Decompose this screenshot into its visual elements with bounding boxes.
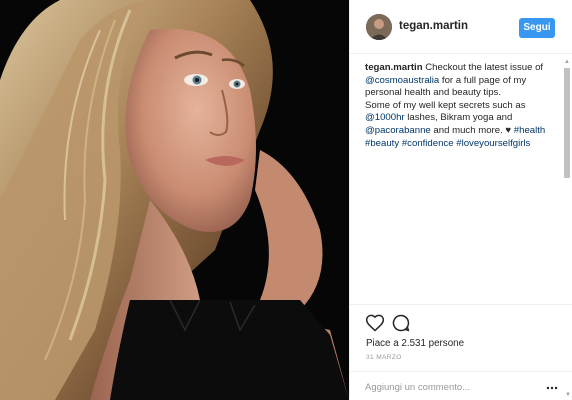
- caption-area: tegan.martin Checkout the latest issue o…: [350, 54, 560, 304]
- likes-count[interactable]: Piace a 2.531 persone: [366, 338, 464, 349]
- comment-input[interactable]: [365, 380, 525, 394]
- mention-cosmoaustralia[interactable]: @cosmoaustralia: [365, 75, 439, 86]
- hashtag-beauty[interactable]: #beauty: [365, 138, 399, 149]
- hashtag-loveyourselfgirls[interactable]: #loveyourselfgirls: [456, 138, 530, 149]
- comment-row: [350, 371, 572, 400]
- post-caption: tegan.martin Checkout the latest issue o…: [350, 54, 560, 150]
- heart-outline-icon: [365, 314, 385, 332]
- instagram-post: tegan.martin Segui tegan.martin Checkout…: [0, 0, 572, 400]
- more-dots-icon: [546, 386, 558, 390]
- follow-button[interactable]: Segui: [519, 18, 555, 38]
- hashtag-confidence[interactable]: #confidence: [402, 138, 454, 149]
- post-actions: Piace a 2.531 persone 31 MARZO ▼: [350, 304, 572, 400]
- post-photo[interactable]: [0, 0, 349, 400]
- more-options-button[interactable]: [546, 381, 558, 393]
- avatar[interactable]: [366, 14, 392, 40]
- post-header: tegan.martin Segui: [350, 0, 572, 54]
- comment-bubble-icon: [392, 314, 410, 332]
- scroll-down-arrow-icon[interactable]: ▼: [564, 391, 572, 399]
- heart-emoji: ♥: [505, 124, 512, 136]
- mention-1000hr[interactable]: @1000hr: [365, 112, 405, 123]
- scroll-up-arrow-icon[interactable]: ▲: [563, 58, 571, 66]
- scrollbar-thumb[interactable]: [564, 68, 570, 178]
- comment-button[interactable]: [391, 313, 411, 333]
- caption-text-1: Checkout the latest issue of: [422, 62, 544, 73]
- caption-text-5: and much more.: [430, 124, 506, 136]
- post-date: 31 MARZO: [366, 354, 402, 361]
- post-side-panel: tegan.martin Segui tegan.martin Checkout…: [349, 0, 572, 400]
- caption-text-4: lashes, Bikram yoga and: [404, 112, 513, 124]
- author-username[interactable]: tegan.martin: [399, 20, 468, 32]
- portrait-image: [0, 0, 349, 400]
- like-button[interactable]: [365, 313, 385, 333]
- avatar-image: [366, 14, 392, 40]
- mention-pacorabanne[interactable]: @pacorabanne: [365, 125, 431, 136]
- caption-author[interactable]: tegan.martin: [365, 62, 423, 73]
- hashtag-health[interactable]: #health: [514, 125, 545, 136]
- caption-scrollbar[interactable]: ▲: [563, 58, 571, 302]
- caption-text-3: Some of my well kept secrets such as: [365, 99, 526, 111]
